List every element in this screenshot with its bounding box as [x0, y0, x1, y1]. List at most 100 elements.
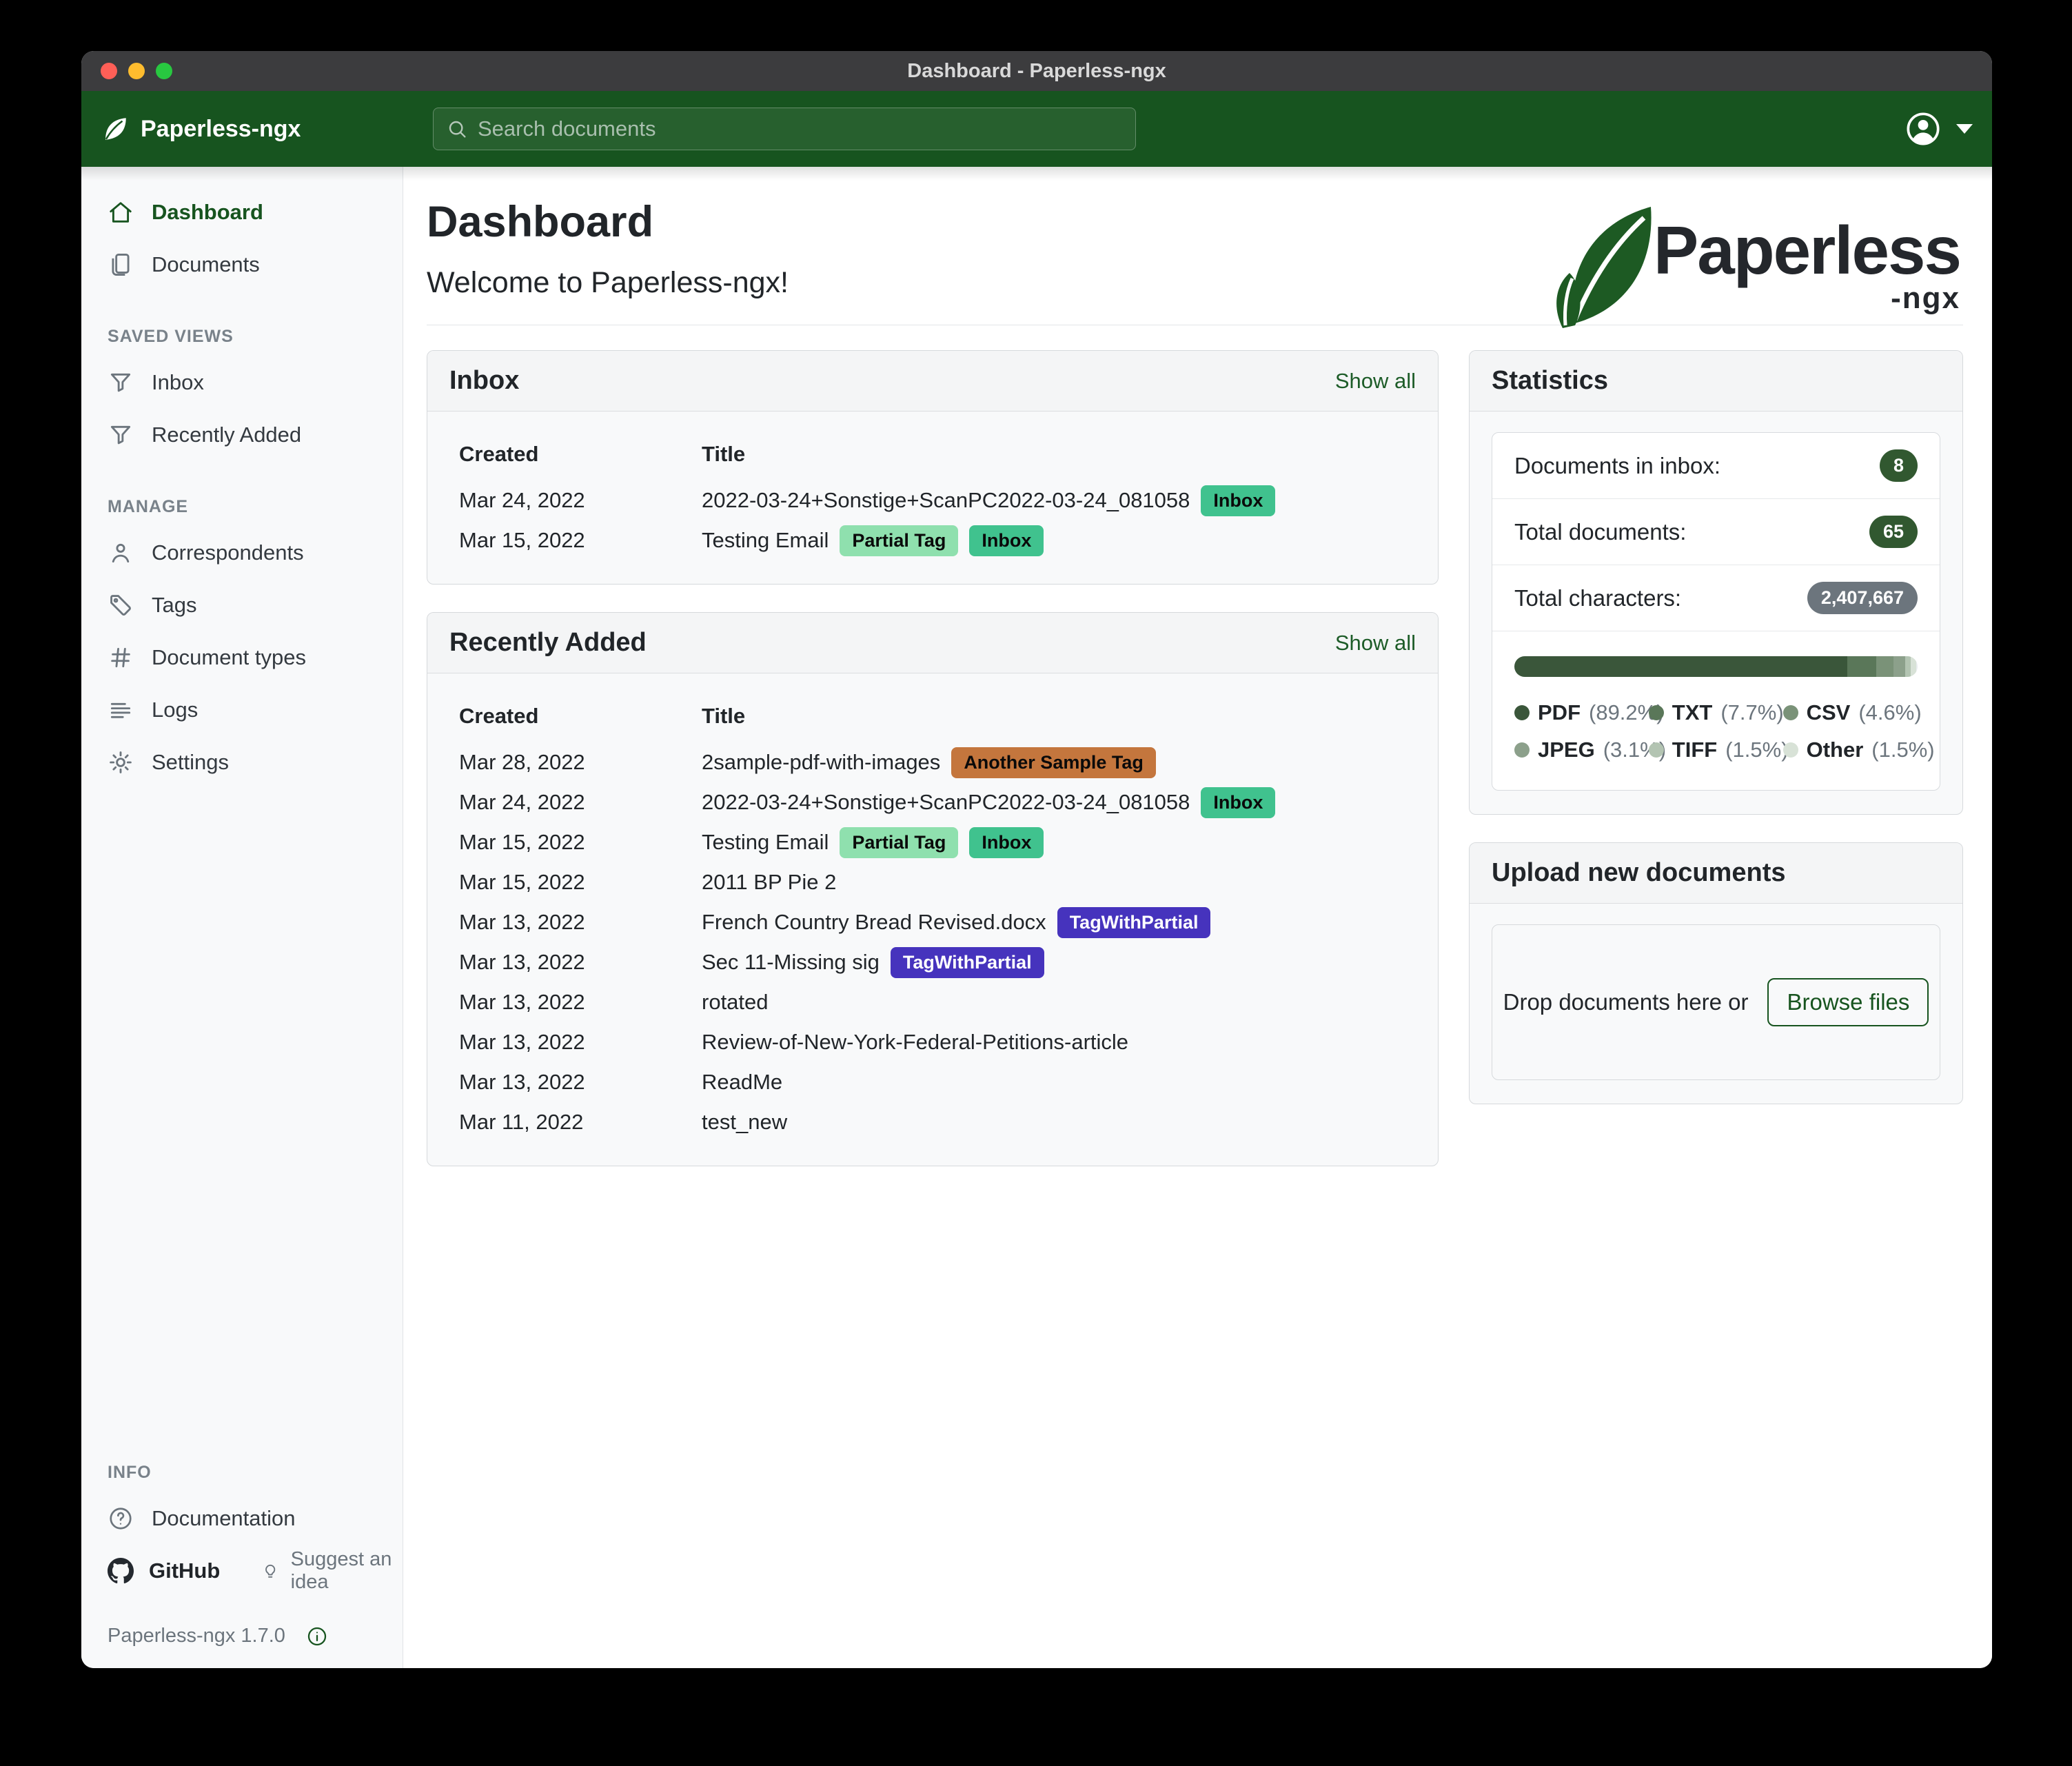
legend-label: Other — [1807, 738, 1864, 762]
sidebar-item-tags[interactable]: Tags — [81, 579, 403, 631]
show-all-link[interactable]: Show all — [1335, 631, 1416, 656]
legend-label: CSV — [1807, 700, 1851, 725]
legend-percent: (7.7%) — [1720, 700, 1783, 725]
row-created: Mar 15, 2022 — [459, 870, 702, 895]
row-created: Mar 24, 2022 — [459, 488, 702, 513]
sidebar-heading-saved-views: SAVED VIEWS — [108, 327, 403, 347]
logo-word: Paperless — [1654, 216, 1960, 284]
tag[interactable]: Inbox — [1201, 485, 1275, 516]
close-window-button[interactable] — [101, 63, 117, 79]
github-icon — [108, 1558, 134, 1584]
row-created: Mar 13, 2022 — [459, 990, 702, 1015]
row-title: Sec 11-Missing sigTagWithPartial — [702, 947, 1044, 978]
row-created: Mar 13, 2022 — [459, 1030, 702, 1055]
table-row[interactable]: Mar 28, 2022 2sample-pdf-with-imagesAnot… — [459, 742, 1406, 782]
user-menu[interactable] — [1905, 111, 1973, 147]
table-row[interactable]: Mar 15, 2022 Testing EmailPartial TagInb… — [459, 520, 1406, 560]
table-row[interactable]: Mar 11, 2022 test_new — [459, 1102, 1406, 1142]
sidebar-item-suggest-idea[interactable]: Suggest an idea — [261, 1548, 403, 1594]
table-header-row: Created Title — [459, 432, 1406, 476]
legend-dot — [1783, 705, 1798, 720]
person-circle-icon[interactable] — [1905, 111, 1941, 147]
person-icon — [108, 540, 134, 566]
tag[interactable]: TagWithPartial — [1057, 907, 1211, 938]
legend-dot — [1514, 705, 1530, 720]
minimize-window-button[interactable] — [128, 63, 145, 79]
stat-label: Documents in inbox: — [1514, 453, 1720, 479]
legend-label: TXT — [1672, 700, 1713, 725]
top-navbar: Paperless-ngx — [81, 91, 1992, 167]
sidebar-item-github[interactable]: GitHub — [108, 1558, 220, 1584]
sidebar-item-inbox[interactable]: Inbox — [81, 356, 403, 409]
row-created: Mar 11, 2022 — [459, 1110, 702, 1135]
sidebar-item-documentation[interactable]: Documentation — [81, 1492, 403, 1545]
sidebar-item-correspondents[interactable]: Correspondents — [81, 527, 403, 579]
titlebar: Dashboard - Paperless-ngx — [81, 51, 1992, 91]
row-created: Mar 15, 2022 — [459, 528, 702, 553]
table-row[interactable]: Mar 15, 2022 2011 BP Pie 2 — [459, 862, 1406, 902]
right-column: Statistics Documents in inbox: 8 Total d… — [1469, 350, 1963, 1104]
legend-item: Other (1.5%) — [1783, 738, 1918, 762]
question-circle-icon — [108, 1505, 134, 1532]
lightbulb-icon — [261, 1559, 279, 1583]
legend-label: PDF — [1538, 700, 1581, 725]
brand[interactable]: Paperless-ngx — [101, 114, 433, 143]
legend-dot — [1649, 705, 1664, 720]
stat-label: Total documents: — [1514, 519, 1686, 545]
table-row[interactable]: Mar 13, 2022 ReadMe — [459, 1062, 1406, 1102]
tag[interactable]: Partial Tag — [840, 525, 958, 556]
sidebar-item-settings[interactable]: Settings — [81, 736, 403, 789]
tag[interactable]: Inbox — [969, 525, 1044, 556]
row-created: Mar 13, 2022 — [459, 910, 702, 935]
filetype-bar-segment — [1514, 656, 1847, 677]
stat-badge: 8 — [1880, 449, 1918, 482]
sidebar-item-logs[interactable]: Logs — [81, 684, 403, 736]
row-title: French Country Bread Revised.docxTagWith… — [702, 907, 1210, 938]
sidebar-item-document-types[interactable]: Document types — [81, 631, 403, 684]
tag[interactable]: Inbox — [1201, 787, 1275, 818]
filetype-progress-bar — [1514, 656, 1918, 677]
browse-files-button[interactable]: Browse files — [1767, 978, 1929, 1026]
stat-row: Documents in inbox: 8 — [1492, 433, 1940, 499]
legend-dot — [1514, 742, 1530, 758]
table-row[interactable]: Mar 13, 2022 Review-of-New-York-Federal-… — [459, 1022, 1406, 1062]
zoom-window-button[interactable] — [156, 63, 172, 79]
sidebar-item-label: Documents — [152, 252, 260, 277]
legend-dot — [1783, 742, 1798, 758]
paperless-logo: Paperless -ngx — [1546, 199, 1960, 329]
row-title: ReadMe — [702, 1070, 782, 1095]
tag[interactable]: Another Sample Tag — [951, 747, 1156, 778]
show-all-link[interactable]: Show all — [1335, 369, 1416, 394]
table-row[interactable]: Mar 13, 2022 Sec 11-Missing sigTagWithPa… — [459, 942, 1406, 982]
table-row[interactable]: Mar 24, 2022 2022-03-24+Sonstige+ScanPC2… — [459, 480, 1406, 520]
sidebar-item-documents[interactable]: Documents — [81, 238, 403, 291]
row-created: Mar 28, 2022 — [459, 750, 702, 775]
tag[interactable]: TagWithPartial — [891, 947, 1044, 978]
table-row[interactable]: Mar 15, 2022 Testing EmailPartial TagInb… — [459, 822, 1406, 862]
statistics-list: Documents in inbox: 8 Total documents: 6… — [1492, 432, 1940, 791]
upload-dropzone[interactable]: Drop documents here or Browse files — [1492, 924, 1940, 1080]
sidebar-item-recently-added[interactable]: Recently Added — [81, 409, 403, 461]
tag[interactable]: Inbox — [969, 827, 1044, 858]
row-title: 2022-03-24+Sonstige+ScanPC2022-03-24_081… — [702, 485, 1275, 516]
table-row[interactable]: Mar 24, 2022 2022-03-24+Sonstige+ScanPC2… — [459, 782, 1406, 822]
sidebar-links-row: GitHub Suggest an idea — [81, 1545, 403, 1597]
filetype-chart: PDF (89.2%) TXT (7.7%) — [1492, 631, 1940, 790]
legend-percent: (1.5%) — [1725, 738, 1788, 762]
sidebar-item-dashboard[interactable]: Dashboard — [81, 186, 403, 238]
tag[interactable]: Partial Tag — [840, 827, 958, 858]
leaf-logo-large-icon — [1546, 199, 1663, 329]
table-row[interactable]: Mar 13, 2022 rotated — [459, 982, 1406, 1022]
statistics-card: Statistics Documents in inbox: 8 Total d… — [1469, 350, 1963, 815]
info-circle-icon[interactable] — [306, 1625, 328, 1647]
search-input[interactable] — [478, 116, 1123, 141]
stat-label: Total characters: — [1514, 585, 1681, 611]
legend-item: TXT (7.7%) — [1649, 700, 1783, 725]
legend-percent: (1.5%) — [1871, 738, 1934, 762]
window-title: Dashboard - Paperless-ngx — [907, 60, 1166, 83]
card-title: Statistics — [1492, 366, 1608, 396]
search-box[interactable] — [433, 108, 1136, 150]
table-row[interactable]: Mar 13, 2022 French Country Bread Revise… — [459, 902, 1406, 942]
table-header-row: Created Title — [459, 694, 1406, 738]
chevron-down-icon[interactable] — [1956, 124, 1973, 134]
